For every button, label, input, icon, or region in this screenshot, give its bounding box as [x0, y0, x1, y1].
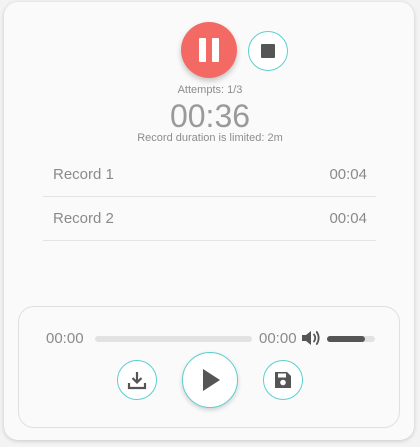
stop-icon: [261, 44, 275, 58]
current-time: 00:00: [46, 330, 84, 347]
save-button[interactable]: [263, 360, 303, 400]
record-duration: 00:04: [329, 209, 367, 227]
record-timer: 00:36: [169, 98, 251, 134]
save-icon: [275, 372, 291, 388]
pause-button[interactable]: [181, 22, 237, 78]
pause-icon: [199, 38, 206, 62]
download-button[interactable]: [117, 360, 157, 400]
duration-limit-label: Record duration is limited: 2m: [137, 132, 283, 144]
audio-player: 00:00 00:00: [18, 306, 400, 428]
play-button[interactable]: [182, 352, 238, 408]
total-time: 00:00: [259, 330, 297, 347]
attempts-label: Attempts: 1/3: [177, 84, 243, 96]
stop-button[interactable]: [248, 31, 288, 71]
progress-bar[interactable]: [95, 336, 252, 342]
volume-slider[interactable]: [327, 336, 375, 342]
record-name: Record 2: [53, 209, 114, 227]
volume-icon[interactable]: [300, 328, 322, 353]
record-item-2[interactable]: Record 2 00:04: [43, 196, 376, 241]
play-icon: [203, 369, 220, 391]
volume-level: [327, 336, 366, 342]
record-item-1[interactable]: Record 1 00:04: [43, 152, 376, 197]
record-name: Record 1: [53, 165, 114, 183]
download-icon: [127, 372, 147, 390]
record-duration: 00:04: [329, 165, 367, 183]
